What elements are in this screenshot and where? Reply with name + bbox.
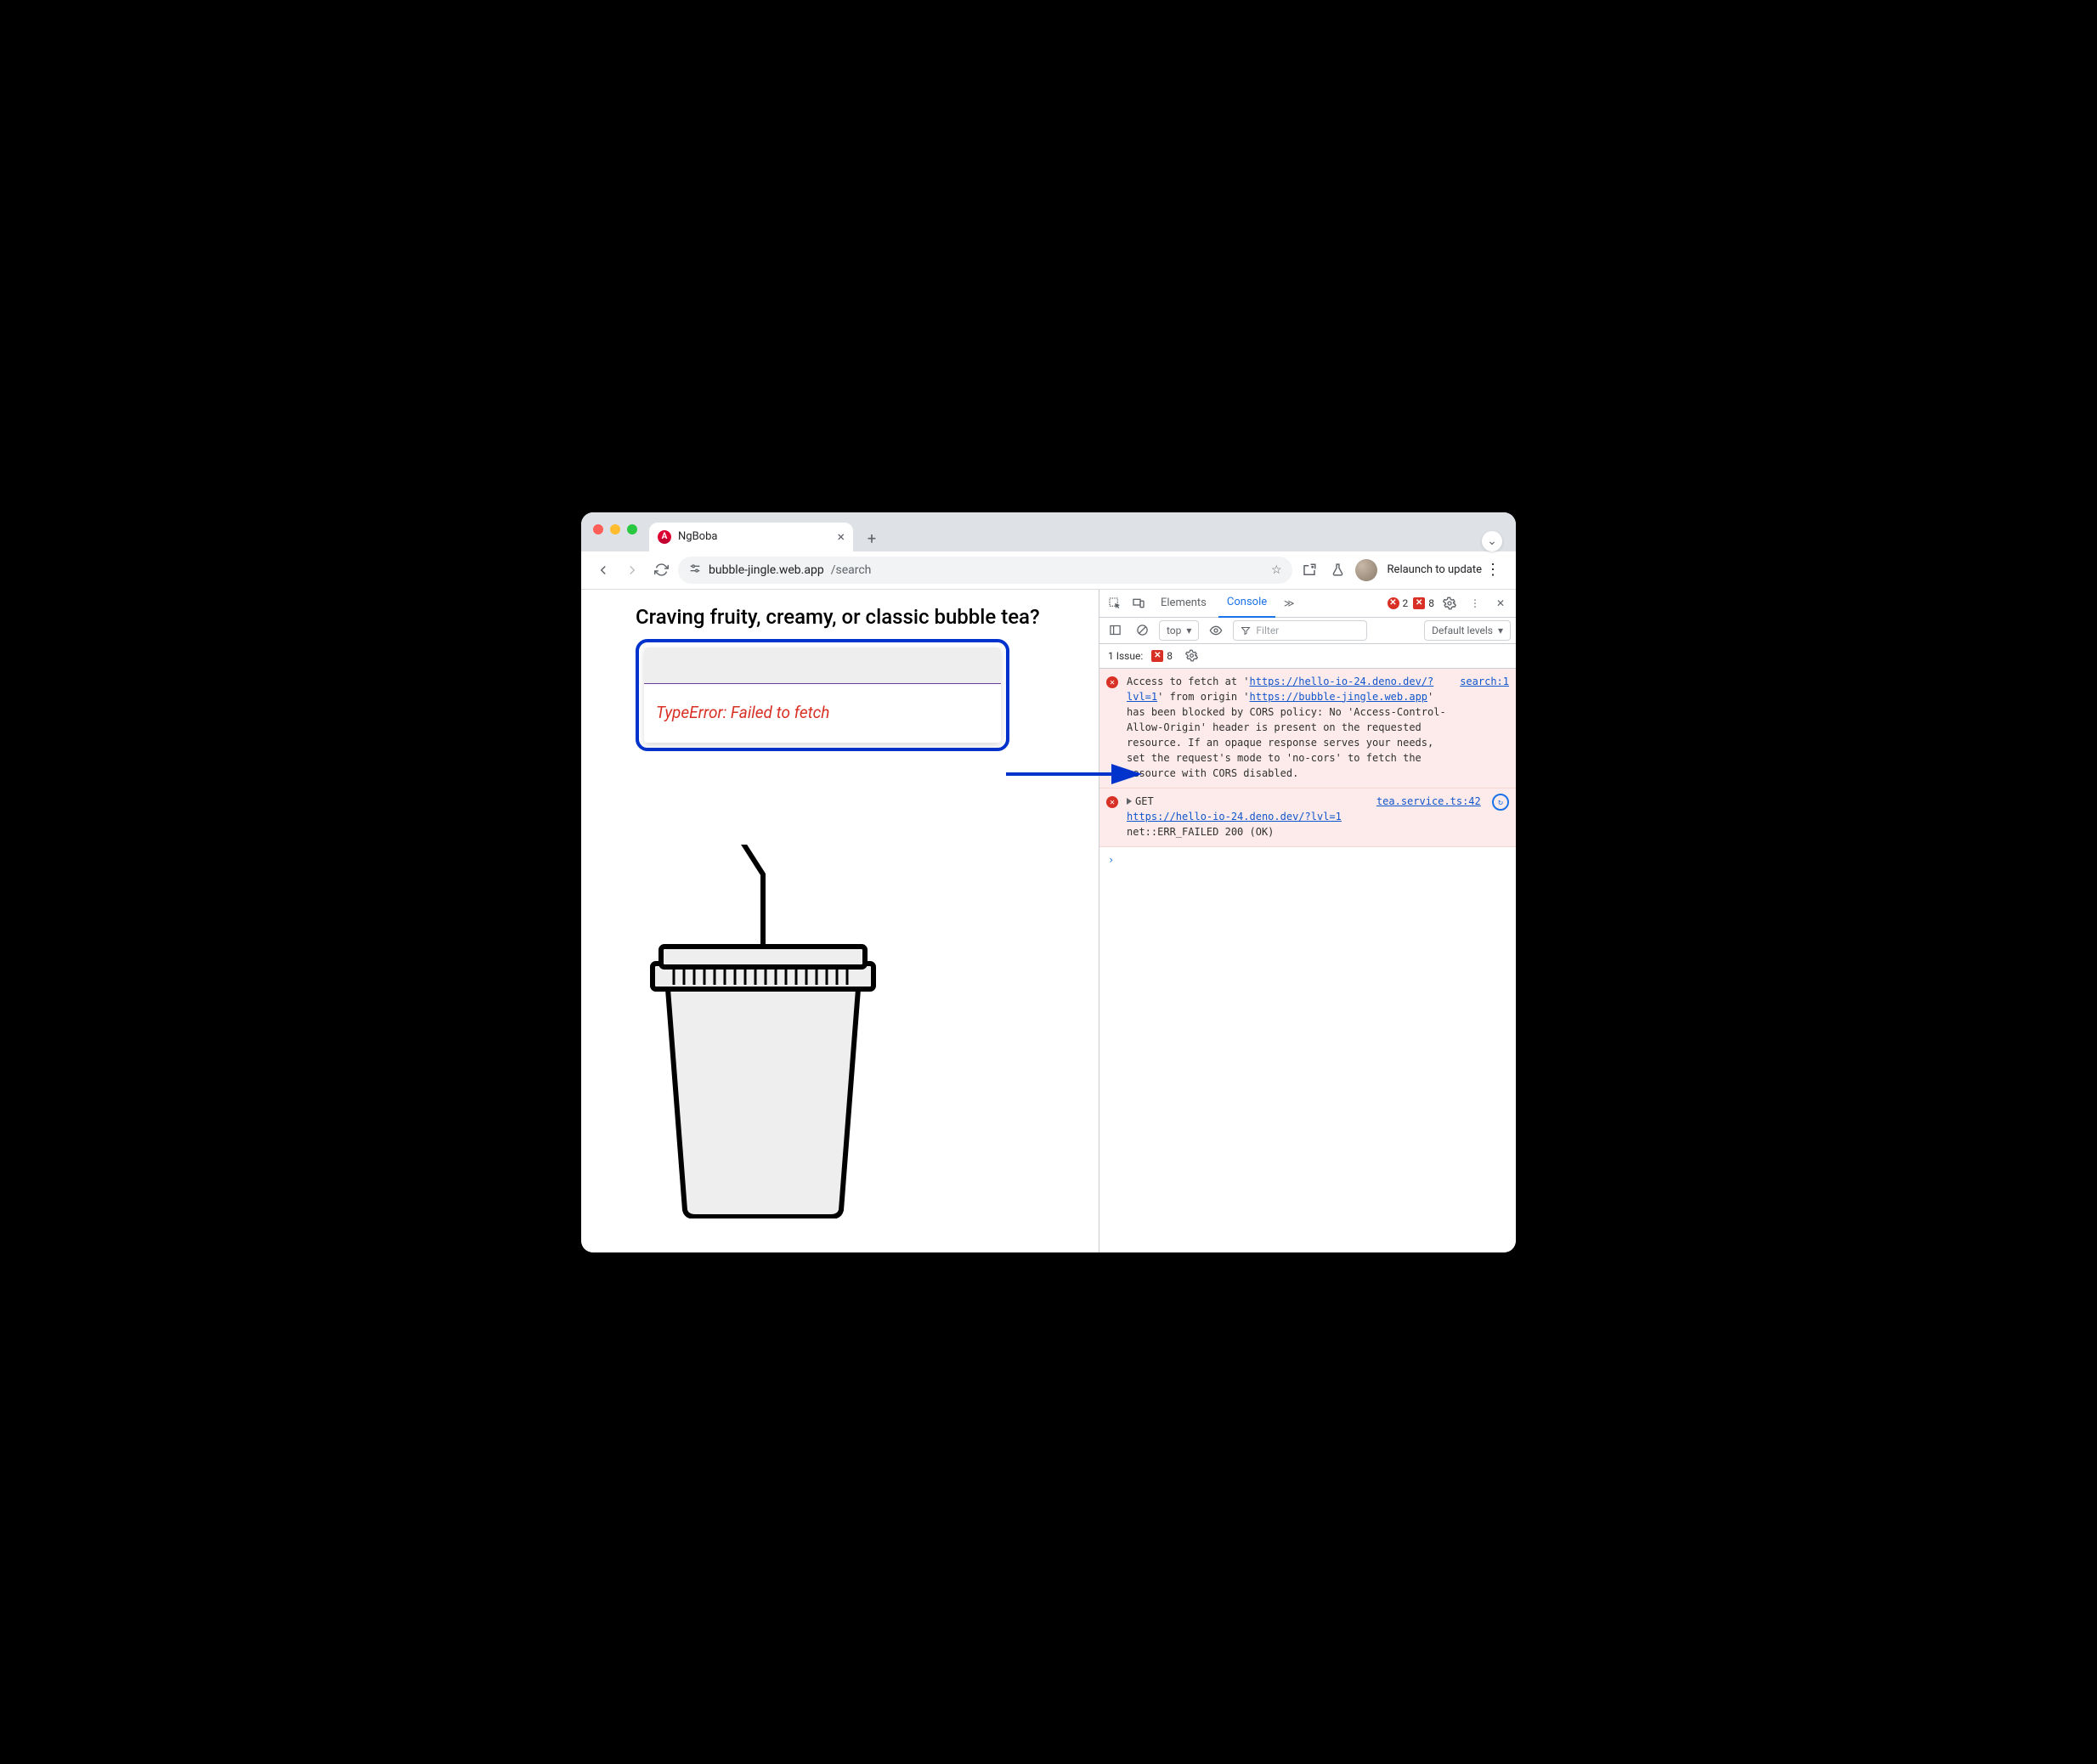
- device-toolbar-icon[interactable]: [1128, 593, 1149, 613]
- devtools-close-icon[interactable]: ✕: [1490, 593, 1511, 613]
- labs-icon[interactable]: [1326, 558, 1350, 582]
- relaunch-label: Relaunch to update: [1388, 563, 1482, 576]
- bookmark-star-icon[interactable]: ☆: [1271, 563, 1282, 577]
- minimize-window[interactable]: [610, 524, 620, 534]
- page-viewport: Craving fruity, creamy, or classic bubbl…: [581, 590, 1099, 1252]
- client-error-text: TypeError: Failed to fetch: [644, 684, 1001, 743]
- profile-avatar[interactable]: [1355, 559, 1377, 581]
- levels-label: Default levels: [1432, 625, 1493, 636]
- devtools-settings-icon[interactable]: [1439, 593, 1460, 613]
- warning-count-badge[interactable]: ✕ 8: [1413, 597, 1434, 609]
- address-bar[interactable]: bubble-jingle.web.app/search ☆: [678, 557, 1292, 584]
- browser-window: A NgBoba × + ⌄ bubble-jingle.web.app/sea…: [581, 512, 1516, 1252]
- content-area: Craving fruity, creamy, or classic bubbl…: [581, 590, 1516, 1252]
- issues-count-badge[interactable]: ✕ 8: [1151, 650, 1173, 662]
- chevron-down-icon: ▾: [1186, 625, 1191, 636]
- warning-dot-icon: ✕: [1413, 597, 1425, 609]
- devtools-tabbar: Elements Console ≫ ✕ 2 ✕ 8 ⋮: [1099, 590, 1516, 618]
- browser-tab[interactable]: A NgBoba ×: [649, 523, 853, 551]
- issues-label: 1 Issue:: [1108, 650, 1143, 662]
- filter-icon: [1241, 625, 1251, 636]
- window-controls: [593, 524, 637, 534]
- devtools-menu-icon[interactable]: ⋮: [1465, 593, 1485, 613]
- bubble-tea-cup-illustration: [636, 845, 890, 1218]
- error-count: 2: [1403, 597, 1409, 609]
- console-filter-input[interactable]: Filter: [1233, 620, 1367, 641]
- window-menu-icon[interactable]: ⌄: [1482, 531, 1502, 551]
- request-url-link[interactable]: https://hello-io-24.deno.dev/?lvl=1: [1127, 811, 1342, 823]
- cors-error-message: Access to fetch at 'https://hello-io-24.…: [1127, 674, 1453, 781]
- console-log: ✕ Access to fetch at 'https://hello-io-2…: [1099, 669, 1516, 873]
- error-origin-link[interactable]: https://bubble-jingle.web.app: [1250, 691, 1428, 703]
- angular-favicon-icon: A: [658, 530, 671, 544]
- context-selector[interactable]: top ▾: [1159, 620, 1199, 641]
- network-error-message: GEThttps://hello-io-24.deno.dev/?lvl=1 n…: [1127, 794, 1370, 840]
- error-icon: ✕: [1106, 796, 1118, 808]
- relaunch-button[interactable]: Relaunch to update ⋮: [1382, 560, 1506, 580]
- log-levels-selector[interactable]: Default levels ▾: [1424, 620, 1511, 641]
- inspect-element-icon[interactable]: [1105, 593, 1125, 613]
- browser-toolbar: bubble-jingle.web.app/search ☆ Relaunch …: [581, 551, 1516, 590]
- error-dot-icon: ✕: [1388, 597, 1399, 609]
- annotation-arrow-icon: [1004, 753, 1149, 795]
- page-heading: Craving fruity, creamy, or classic bubbl…: [636, 605, 1083, 629]
- back-button[interactable]: [591, 558, 615, 582]
- context-label: top: [1167, 625, 1181, 636]
- url-path: /search: [831, 563, 872, 577]
- search-card-highlight: TypeError: Failed to fetch: [636, 639, 1009, 751]
- search-card: TypeError: Failed to fetch: [644, 647, 1001, 743]
- reload-button[interactable]: [649, 558, 673, 582]
- filter-placeholder: Filter: [1256, 625, 1279, 636]
- error-count-badge[interactable]: ✕ 2: [1388, 597, 1409, 609]
- extensions-icon[interactable]: [1297, 558, 1321, 582]
- console-toolbar: top ▾ Filter Default levels ▾: [1099, 618, 1516, 644]
- devtools-panel: Elements Console ≫ ✕ 2 ✕ 8 ⋮: [1099, 590, 1516, 1252]
- tab-console[interactable]: Console: [1218, 589, 1275, 618]
- close-tab-icon[interactable]: ×: [837, 529, 845, 545]
- tab-elements[interactable]: Elements: [1152, 590, 1215, 617]
- console-prompt[interactable]: ›: [1099, 847, 1516, 873]
- replay-xhr-icon[interactable]: ↻: [1492, 794, 1509, 811]
- issues-bar: 1 Issue: ✕ 8: [1099, 644, 1516, 669]
- search-input[interactable]: [644, 647, 1001, 684]
- new-tab-button[interactable]: +: [860, 528, 884, 551]
- url-host: bubble-jingle.web.app: [709, 563, 824, 577]
- console-error-row[interactable]: ✕ Access to fetch at 'https://hello-io-2…: [1099, 669, 1516, 789]
- warning-count: 8: [1428, 597, 1434, 609]
- more-tabs-icon[interactable]: ≫: [1279, 593, 1299, 613]
- live-expression-icon[interactable]: [1206, 620, 1226, 641]
- clear-console-icon[interactable]: [1132, 620, 1152, 641]
- tab-strip: A NgBoba × + ⌄: [581, 512, 1516, 551]
- maximize-window[interactable]: [627, 524, 637, 534]
- forward-button[interactable]: [620, 558, 644, 582]
- chevron-down-icon: ▾: [1498, 625, 1503, 636]
- site-settings-icon[interactable]: [688, 562, 702, 579]
- console-error-row[interactable]: ✕ GEThttps://hello-io-24.deno.dev/?lvl=1…: [1099, 789, 1516, 847]
- issues-settings-icon[interactable]: [1181, 646, 1201, 666]
- error-source-link[interactable]: search:1: [1460, 674, 1509, 781]
- close-window[interactable]: [593, 524, 603, 534]
- tab-title: NgBoba: [678, 530, 717, 543]
- error-source-link[interactable]: tea.service.ts:42: [1376, 795, 1481, 807]
- error-icon: ✕: [1106, 676, 1118, 688]
- console-sidebar-icon[interactable]: [1105, 620, 1125, 641]
- issue-dot-icon: ✕: [1151, 650, 1163, 662]
- issues-count: 8: [1167, 650, 1173, 662]
- disclosure-triangle-icon[interactable]: [1127, 798, 1132, 805]
